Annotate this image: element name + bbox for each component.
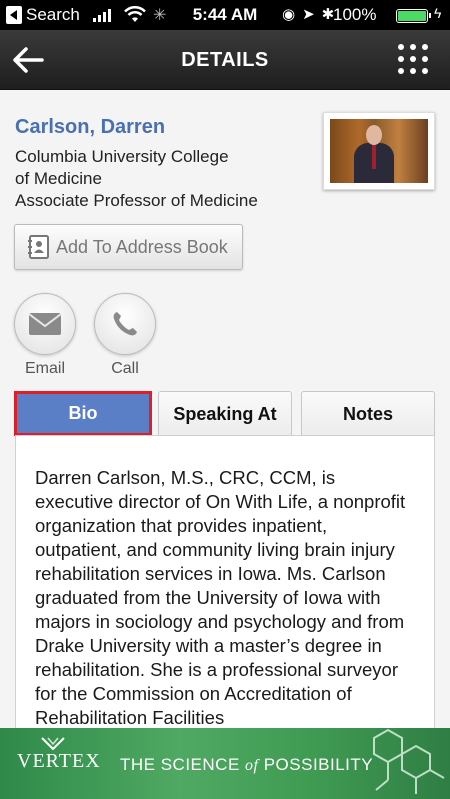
- address-book-icon: [28, 235, 49, 259]
- grid-menu-icon[interactable]: [398, 44, 432, 78]
- call-button[interactable]: [94, 293, 156, 355]
- status-bar: Search ✳ 5:44 AM ◉ ➤ ✱ 100% ϟ: [0, 0, 450, 30]
- battery-percent: 100%: [333, 5, 377, 24]
- nav-bar: DETAILS: [0, 30, 450, 90]
- tagline-pre: THE SCIENCE: [120, 755, 246, 774]
- details-content: Carlson, Darren Columbia University Coll…: [0, 90, 450, 735]
- battery-icon: [396, 9, 431, 23]
- phone-icon: [113, 312, 137, 336]
- add-to-address-book-button[interactable]: Add To Address Book: [14, 224, 243, 270]
- orientation-lock-icon: ◉: [282, 6, 296, 23]
- profile-photo-image: [330, 119, 428, 183]
- banner-tagline: THE SCIENCE of POSSIBILITY: [120, 755, 373, 775]
- charging-icon: ϟ: [434, 5, 442, 21]
- add-to-address-book-label: Add To Address Book: [56, 236, 228, 257]
- person-affiliation: Columbia University College of Medicine …: [15, 146, 305, 212]
- email-label: Email: [24, 360, 65, 377]
- person-name: Carlson, Darren: [15, 116, 166, 138]
- sponsor-banner[interactable]: VERTEX THE SCIENCE of POSSIBILITY: [0, 728, 450, 799]
- vertex-logo: VERTEX: [17, 750, 101, 772]
- tab-speaking-at-label: Speaking At: [173, 403, 277, 424]
- person-title: Associate Professor of Medicine: [15, 191, 258, 210]
- tagline-of: of: [245, 757, 259, 774]
- status-icons: ◉ ➤ ✱: [282, 5, 334, 23]
- institution-line-1: Columbia University College: [15, 147, 229, 166]
- bio-text: Darren Carlson, M.S., CRC, CCM, is execu…: [35, 467, 406, 728]
- tab-notes[interactable]: Notes: [301, 391, 435, 436]
- status-time: 5:44 AM: [192, 5, 258, 24]
- call-label: Call: [111, 360, 139, 377]
- envelope-icon: [28, 313, 62, 335]
- tab-notes-label: Notes: [342, 403, 393, 424]
- molecule-graphic-icon: [373, 728, 445, 794]
- bio-panel[interactable]: Darren Carlson, M.S., CRC, CCM, is execu…: [15, 435, 435, 735]
- page-title: DETAILS: [181, 49, 269, 71]
- tab-speaking-at[interactable]: Speaking At: [158, 391, 292, 436]
- email-button[interactable]: [14, 293, 76, 355]
- profile-photo: [323, 112, 435, 190]
- institution-line-2: of Medicine: [15, 169, 102, 188]
- battery-fill: [398, 11, 426, 21]
- vertex-logo-icon: [41, 737, 65, 750]
- tab-bio-label: Bio: [68, 403, 98, 423]
- location-icon: ➤: [302, 6, 315, 23]
- tab-bio[interactable]: Bio: [14, 391, 152, 436]
